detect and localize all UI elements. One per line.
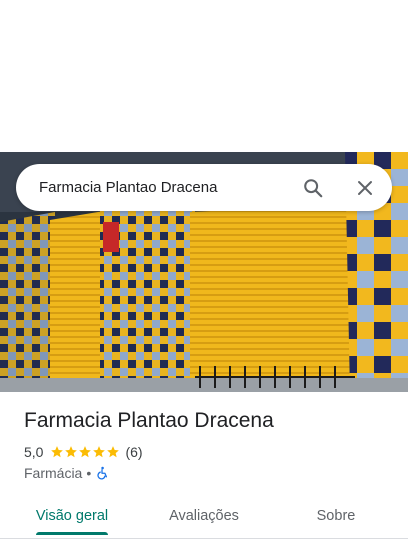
place-tabs: Visão geral Avaliações Sobre — [0, 496, 408, 536]
close-icon — [358, 180, 372, 195]
search-button[interactable] — [293, 168, 333, 208]
place-title: Farmacia Plantao Dracena — [24, 409, 274, 432]
star-icon — [65, 446, 78, 458]
blank-area — [0, 0, 408, 152]
star-rating — [50, 445, 120, 459]
star-icon — [107, 446, 120, 458]
star-icon — [51, 446, 64, 458]
search-bar[interactable] — [16, 164, 392, 211]
tabs-divider — [0, 538, 408, 539]
active-tab-indicator — [36, 532, 108, 535]
search-input[interactable] — [16, 164, 293, 211]
wheelchair-accessible-icon — [97, 466, 108, 480]
star-icon — [79, 446, 92, 458]
rating-row[interactable]: 5,0 (6) — [24, 444, 143, 460]
tab-overview[interactable]: Visão geral — [24, 496, 120, 536]
star-icon — [93, 446, 106, 458]
search-icon — [304, 178, 323, 197]
review-count[interactable]: (6) — [125, 444, 142, 460]
separator-dot: • — [86, 465, 92, 481]
clear-search-button[interactable] — [345, 168, 385, 208]
tab-about[interactable]: Sobre — [288, 496, 384, 536]
tab-reviews[interactable]: Avaliações — [156, 496, 252, 536]
rating-value: 5,0 — [24, 444, 44, 460]
category-row: Farmácia • — [24, 465, 109, 481]
place-category: Farmácia — [24, 465, 83, 481]
